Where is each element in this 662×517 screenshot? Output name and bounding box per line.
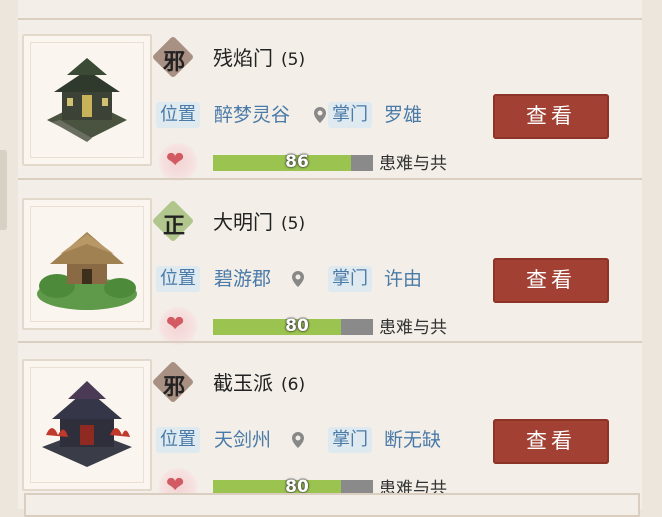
location-value: 碧游郡 [214,268,272,290]
alignment-badge: 邪 [151,360,195,404]
leader-value: 许由 [384,268,423,290]
member-count: (5) [281,214,306,234]
location-value: 醉梦灵谷 [214,104,291,126]
sect-name: 截玉派 [213,371,273,395]
sect-card: 正 大明门 (5) 位置 碧游郡 掌门 许由 ❤ 80 患难与共 查看 [18,184,642,346]
side-drawer-handle[interactable] [0,150,7,230]
heart-icon: ❤ [158,306,198,346]
dark-pagoda-building-icon [47,58,127,142]
leader-value: 断无缺 [384,429,442,451]
next-card-edge [24,493,640,517]
sect-name: 残焰门 [213,46,273,70]
sect-image[interactable] [22,198,152,330]
sect-card: 邪 残焰门 (5) 位置 醉梦灵谷 掌门 罗雄 ❤ 86 患难与共 查看 [18,20,642,182]
heart-icon: ❤ [158,142,198,182]
sect-title: 截玉派 (6) [213,367,305,396]
divider [18,341,642,343]
straw-roof-hall-icon [37,232,137,310]
leader-tag: 掌门 [328,427,372,453]
member-count: (6) [281,375,306,395]
sect-title: 大明门 (5) [213,206,305,235]
relation-text: 患难与共 [379,154,447,174]
view-button[interactable]: 查看 [493,258,609,303]
alignment-badge: 正 [151,199,195,243]
affinity-bar: 86 [213,152,373,172]
location-value: 天剑州 [214,429,272,451]
relation-text: 患难与共 [379,318,447,338]
affinity-value: 80 [285,316,309,336]
alignment-badge: 邪 [151,35,195,79]
leader-tag: 掌门 [328,102,372,128]
affinity-bar: 80 [213,316,373,336]
location-tag: 位置 [156,102,200,128]
leader-value: 罗雄 [384,104,423,126]
sect-image[interactable] [22,34,152,166]
sect-name: 大明门 [213,210,273,234]
dark-fortress-red-flames-icon [42,381,132,467]
location-tag: 位置 [156,266,200,292]
location-pin-icon [292,271,304,287]
divider [18,178,642,180]
location-tag: 位置 [156,427,200,453]
member-count: (5) [281,50,306,70]
sect-card: 邪 截玉派 (6) 位置 天剑州 掌门 断无缺 ❤ 80 患难与共 查看 [18,345,642,507]
sect-image[interactable] [22,359,152,491]
view-button[interactable]: 查看 [493,94,609,139]
affinity-value: 86 [285,152,309,172]
location-pin-icon [292,432,304,448]
sect-title: 残焰门 (5) [213,42,305,71]
view-button[interactable]: 查看 [493,419,609,464]
leader-tag: 掌门 [328,266,372,292]
location-pin-icon [314,107,326,123]
